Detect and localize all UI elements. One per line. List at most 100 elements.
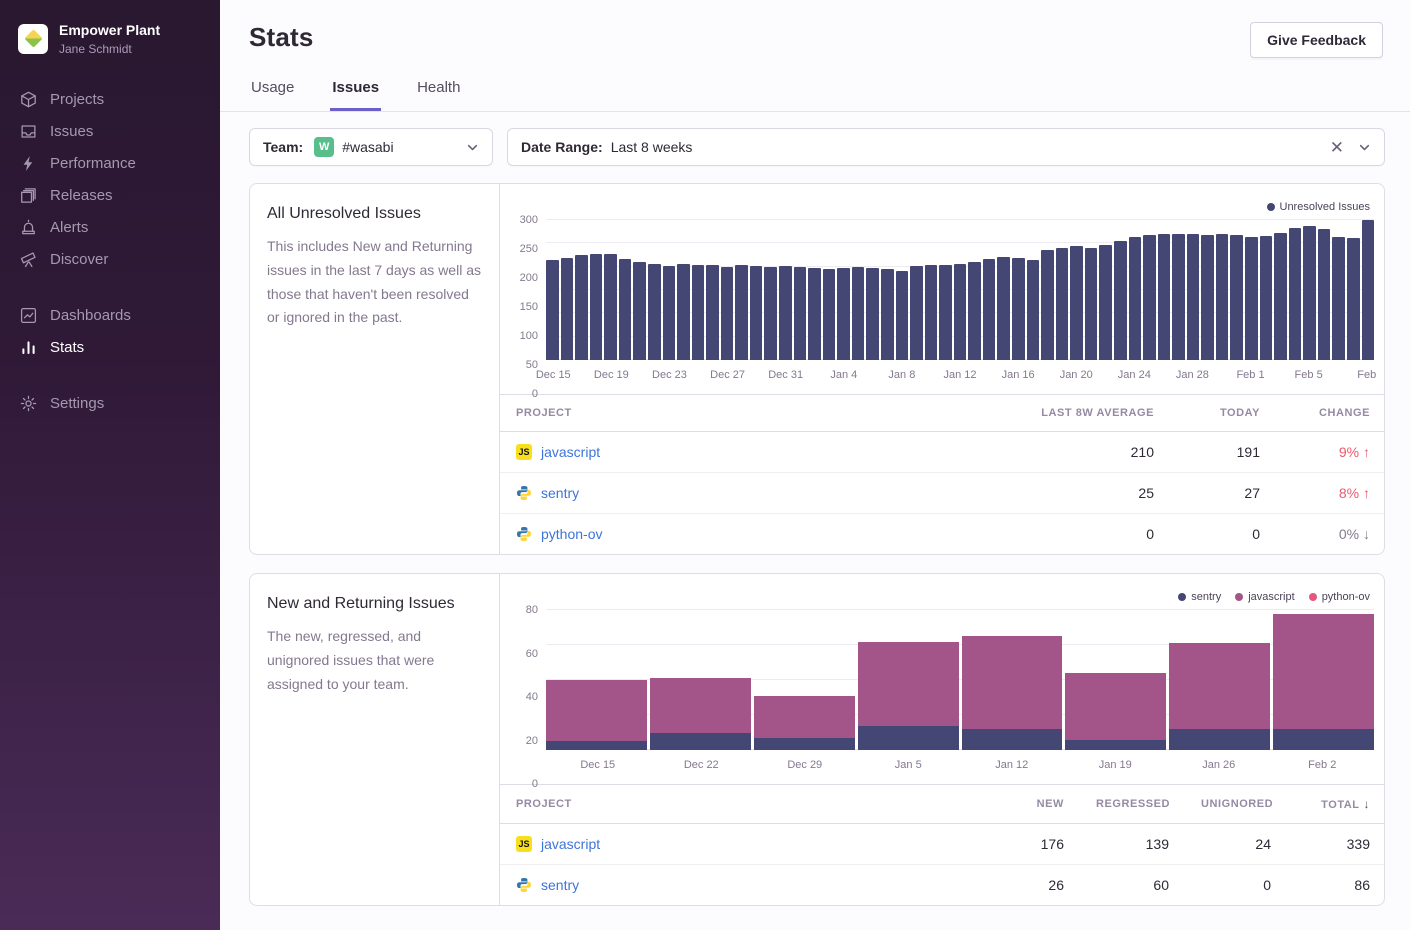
unresolved-bar[interactable] [648,264,661,360]
unresolved-bar[interactable] [1201,235,1214,360]
unresolved-bar[interactable] [1099,245,1112,360]
unresolved-bar[interactable] [1129,237,1142,360]
stacked-bar[interactable] [754,610,855,750]
unresolved-bar[interactable] [1070,246,1083,360]
unresolved-bar[interactable] [910,266,923,360]
unresolved-bar[interactable] [925,265,938,360]
stacked-bar[interactable] [858,610,959,750]
stacked-bar[interactable] [1273,610,1374,750]
unresolved-bar[interactable] [1289,228,1302,360]
legend-item[interactable]: python-ov [1309,588,1370,606]
unresolved-bar[interactable] [1041,250,1054,360]
sidebar-item-alerts[interactable]: Alerts [0,212,220,244]
unresolved-bar[interactable] [1027,260,1040,360]
unresolved-bar[interactable] [561,258,574,360]
column-header-project[interactable]: PROJECT [500,785,900,824]
tab-health[interactable]: Health [415,79,462,111]
unresolved-bar[interactable] [794,267,807,360]
unresolved-bar[interactable] [590,254,603,360]
unresolved-bar[interactable] [1347,238,1360,360]
column-header-project[interactable]: PROJECT [500,395,880,432]
unresolved-bar[interactable] [750,266,763,360]
sidebar-item-performance[interactable]: Performance [0,148,220,180]
unresolved-bar[interactable] [764,267,777,360]
unresolved-bar[interactable] [997,257,1010,360]
legend-item[interactable]: javascript [1235,588,1294,606]
unresolved-bar[interactable] [735,265,748,360]
clear-icon[interactable]: ✕ [1330,139,1344,156]
unresolved-bar[interactable] [1332,237,1345,360]
project-link[interactable]: javascript [541,444,600,460]
unresolved-bar[interactable] [837,268,850,360]
sidebar-item-stats[interactable]: Stats [0,332,220,364]
legend-item[interactable]: Unresolved Issues [1267,198,1371,216]
tab-usage[interactable]: Usage [249,79,296,111]
column-header-unignored[interactable]: UNIGNORED [1185,785,1287,824]
sidebar-item-projects[interactable]: Projects [0,84,220,116]
unresolved-bar[interactable] [633,262,646,360]
unresolved-bar[interactable] [604,254,617,360]
column-header-last-8w-average[interactable]: LAST 8W AVERAGE [880,395,1170,432]
unresolved-bar[interactable] [968,262,981,360]
team-filter[interactable]: Team: W #wasabi [249,128,493,166]
unresolved-bar[interactable] [1216,234,1229,360]
stacked-bar[interactable] [1169,610,1270,750]
stacked-bar[interactable] [962,610,1063,750]
unresolved-bar[interactable] [1114,241,1127,360]
unresolved-bar[interactable] [1245,237,1258,360]
unresolved-bar[interactable] [677,264,690,360]
project-link[interactable]: sentry [541,877,579,893]
unresolved-bar[interactable] [983,259,996,360]
unresolved-bar[interactable] [692,265,705,360]
sidebar-item-settings[interactable]: Settings [0,388,220,420]
sidebar-item-releases[interactable]: Releases [0,180,220,212]
stacked-bar[interactable] [650,610,751,750]
unresolved-bar[interactable] [619,259,632,360]
stacked-bar[interactable] [1065,610,1166,750]
give-feedback-button[interactable]: Give Feedback [1250,22,1383,58]
unresolved-bar[interactable] [1012,258,1025,360]
unresolved-bar[interactable] [866,268,879,360]
unresolved-bar[interactable] [881,269,894,360]
org-switcher[interactable]: Empower Plant Jane Schmidt [0,0,220,60]
unresolved-bar[interactable] [1187,234,1200,360]
date-range-filter[interactable]: Date Range: Last 8 weeks ✕ [507,128,1385,166]
unresolved-bar[interactable] [1143,235,1156,360]
unresolved-bar[interactable] [808,268,821,360]
legend-item[interactable]: sentry [1178,588,1221,606]
unresolved-bar[interactable] [1318,229,1331,360]
unresolved-bar[interactable] [1260,236,1273,360]
unresolved-bar[interactable] [706,265,719,360]
unresolved-bar[interactable] [663,266,676,360]
project-link[interactable]: python-ov [541,526,602,542]
unresolved-bar[interactable] [823,269,836,360]
unresolved-bar[interactable] [1158,234,1171,360]
unresolved-bar[interactable] [954,264,967,360]
unresolved-bar[interactable] [721,267,734,360]
tab-issues[interactable]: Issues [330,79,381,111]
unresolved-bar[interactable] [852,267,865,360]
unresolved-bar[interactable] [1274,233,1287,360]
unresolved-bar[interactable] [575,255,588,360]
unresolved-bar[interactable] [1085,248,1098,360]
column-header-today[interactable]: TODAY [1170,395,1276,432]
unresolved-bar[interactable] [546,260,559,360]
column-header-new[interactable]: NEW [900,785,1080,824]
project-link[interactable]: sentry [541,485,579,501]
unresolved-bar[interactable] [896,271,909,360]
project-link[interactable]: javascript [541,836,600,852]
column-header-regressed[interactable]: REGRESSED [1080,785,1185,824]
unresolved-bar[interactable] [1362,220,1375,360]
column-header-change[interactable]: CHANGE [1276,395,1385,432]
stacked-bar[interactable] [546,610,647,750]
unresolved-bar[interactable] [1056,248,1069,360]
unresolved-bar[interactable] [939,265,952,360]
column-header-total[interactable]: TOTAL ↓ [1287,785,1385,824]
unresolved-bar[interactable] [1230,235,1243,360]
sidebar-item-issues[interactable]: Issues [0,116,220,148]
unresolved-bar[interactable] [1172,234,1185,360]
sidebar-item-discover[interactable]: Discover [0,244,220,276]
unresolved-bar[interactable] [1303,226,1316,360]
sidebar-item-dashboards[interactable]: Dashboards [0,300,220,332]
unresolved-bar[interactable] [779,266,792,360]
